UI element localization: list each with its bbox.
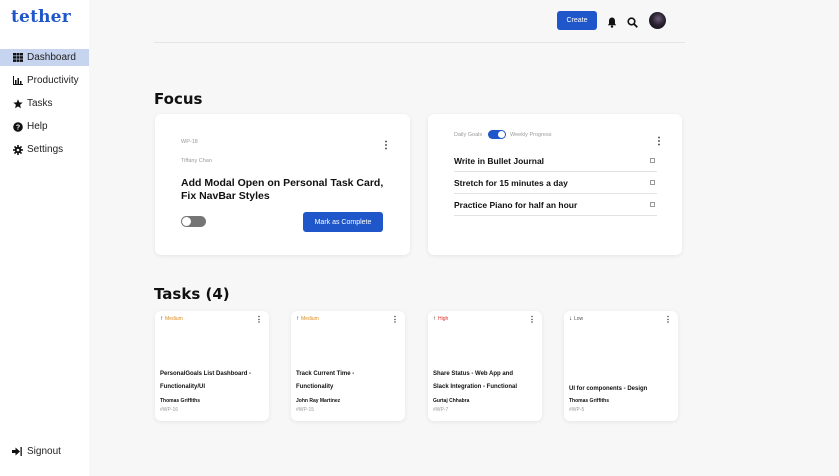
sidebar-item-label: Dashboard bbox=[27, 52, 76, 63]
tasks-title: Tasks (4) bbox=[154, 285, 230, 303]
avatar[interactable] bbox=[649, 12, 666, 29]
priority-badge: ↑ Medium bbox=[296, 316, 319, 322]
task-title-line: Share Status - Web App and bbox=[433, 371, 514, 377]
kebab-menu-icon[interactable]: ⋮ bbox=[664, 316, 672, 324]
task-title: Add Modal Open on Personal Task Card, Fi… bbox=[181, 177, 384, 202]
goal-text: Write in Bullet Journal bbox=[454, 156, 545, 166]
task-id: #WP-15 bbox=[296, 407, 315, 413]
task-assignee: John Ray Martinez bbox=[296, 398, 341, 404]
kebab-menu-icon[interactable]: ⋮ bbox=[381, 141, 391, 151]
arrow-up-icon: ↑ bbox=[160, 316, 163, 322]
sidebar-item-label: Settings bbox=[27, 144, 64, 155]
signout-label: Signout bbox=[27, 446, 61, 457]
sidebar-item-label: Productivity bbox=[27, 75, 79, 86]
task-id: #WP-7 bbox=[433, 407, 449, 413]
priority-badge: ↑ High bbox=[433, 316, 448, 322]
sidebar-nav: Dashboard Productivity Tasks ? Help Sett… bbox=[0, 49, 89, 164]
goals-progress-toggle[interactable] bbox=[488, 130, 506, 139]
task-id: WP-18 bbox=[181, 139, 198, 145]
task-id: #WP-16 bbox=[160, 407, 179, 413]
goal-checkbox[interactable] bbox=[650, 180, 655, 185]
svg-text:?: ? bbox=[15, 124, 19, 131]
kebab-menu-icon[interactable]: ⋮ bbox=[654, 137, 664, 147]
task-title-line: UI for components - Design bbox=[569, 386, 648, 392]
priority-badge: ↑ Medium bbox=[160, 316, 183, 322]
arrow-down-icon: ↓ bbox=[569, 316, 572, 322]
priority-label: High bbox=[438, 316, 449, 322]
weekly-progress-label: Weekly Progress bbox=[510, 132, 552, 138]
priority-label: Medium bbox=[301, 316, 319, 322]
bar-chart-icon bbox=[12, 75, 23, 86]
arrow-up-icon: ↑ bbox=[296, 316, 299, 322]
sidebar-item-help[interactable]: ? Help bbox=[0, 118, 89, 135]
task-card[interactable]: ↑ High ⋮ Share Status - Web App and Slac… bbox=[428, 311, 542, 421]
header-divider bbox=[154, 42, 685, 43]
priority-badge: ↓ Low bbox=[569, 316, 583, 322]
task-card[interactable]: ↑ Medium ⋮ Track Current Time - Function… bbox=[291, 311, 405, 421]
task-assignee: Tiffany Chan bbox=[181, 158, 212, 164]
goal-checkbox[interactable] bbox=[650, 158, 655, 163]
kebab-menu-icon[interactable]: ⋮ bbox=[255, 316, 263, 324]
goal-text: Practice Piano for half an hour bbox=[454, 200, 578, 210]
sidebar-item-dashboard[interactable]: Dashboard bbox=[0, 49, 89, 66]
goal-item: Stretch for 15 minutes a day bbox=[454, 172, 657, 194]
create-button[interactable]: Create bbox=[557, 11, 597, 30]
sidebar-item-tasks[interactable]: Tasks bbox=[0, 95, 89, 112]
priority-label: Medium bbox=[165, 316, 183, 322]
bell-icon[interactable] bbox=[607, 15, 617, 28]
search-icon[interactable] bbox=[627, 15, 638, 28]
kebab-menu-icon[interactable]: ⋮ bbox=[528, 316, 536, 324]
focus-title: Focus bbox=[154, 90, 203, 108]
sidebar-item-label: Help bbox=[27, 121, 48, 132]
task-card[interactable]: ↑ Medium ⋮ PersonalGoals List Dashboard … bbox=[155, 311, 269, 421]
task-title-line: Functionality bbox=[296, 384, 334, 390]
goal-text: Stretch for 15 minutes a day bbox=[454, 178, 568, 188]
goal-item: Write in Bullet Journal bbox=[454, 150, 657, 172]
star-icon bbox=[12, 98, 23, 109]
task-title-line: PersonalGoals List Dashboard - bbox=[160, 371, 252, 377]
daily-goals-label: Daily Goals bbox=[454, 132, 483, 138]
mark-complete-button[interactable]: Mark as Complete bbox=[303, 212, 383, 232]
task-title-line: Functionality/UI bbox=[160, 384, 205, 390]
task-title-line: Slack Integration - Functional bbox=[433, 384, 518, 390]
task-title-line: Track Current Time - bbox=[296, 371, 355, 377]
sidebar-item-productivity[interactable]: Productivity bbox=[0, 72, 89, 89]
kebab-menu-icon[interactable]: ⋮ bbox=[391, 316, 399, 324]
gear-icon bbox=[12, 144, 23, 155]
signout-icon bbox=[12, 446, 23, 457]
task-id: #WP-5 bbox=[569, 407, 585, 413]
grid-icon bbox=[12, 52, 23, 63]
sidebar-item-label: Tasks bbox=[27, 98, 53, 109]
complete-toggle[interactable] bbox=[181, 216, 206, 227]
goal-checkbox[interactable] bbox=[650, 202, 655, 207]
sidebar: tether Dashboard Productivity Tasks ? He… bbox=[0, 0, 89, 476]
task-assignee: Thomas Griffiths bbox=[569, 398, 610, 404]
goals-card: Daily Goals Weekly Progress ⋮ Write in B… bbox=[428, 114, 682, 255]
question-circle-icon: ? bbox=[12, 121, 23, 132]
focus-task-card[interactable]: WP-18 Tiffany Chan ⋮ Add Modal Open on P… bbox=[155, 114, 410, 255]
task-card[interactable]: ↓ Low ⋮ UI for components - Design Thoma… bbox=[564, 311, 678, 421]
sidebar-item-settings[interactable]: Settings bbox=[0, 141, 89, 158]
goal-item: Practice Piano for half an hour bbox=[454, 194, 657, 216]
priority-label: Low bbox=[574, 316, 584, 322]
task-assignee: Gurtaj Chhabra bbox=[433, 398, 470, 404]
signout-link[interactable]: Signout bbox=[12, 446, 61, 457]
app-logo[interactable]: tether bbox=[11, 7, 71, 27]
arrow-up-icon: ↑ bbox=[433, 316, 436, 322]
task-assignee: Thomas Griffiths bbox=[160, 398, 201, 404]
